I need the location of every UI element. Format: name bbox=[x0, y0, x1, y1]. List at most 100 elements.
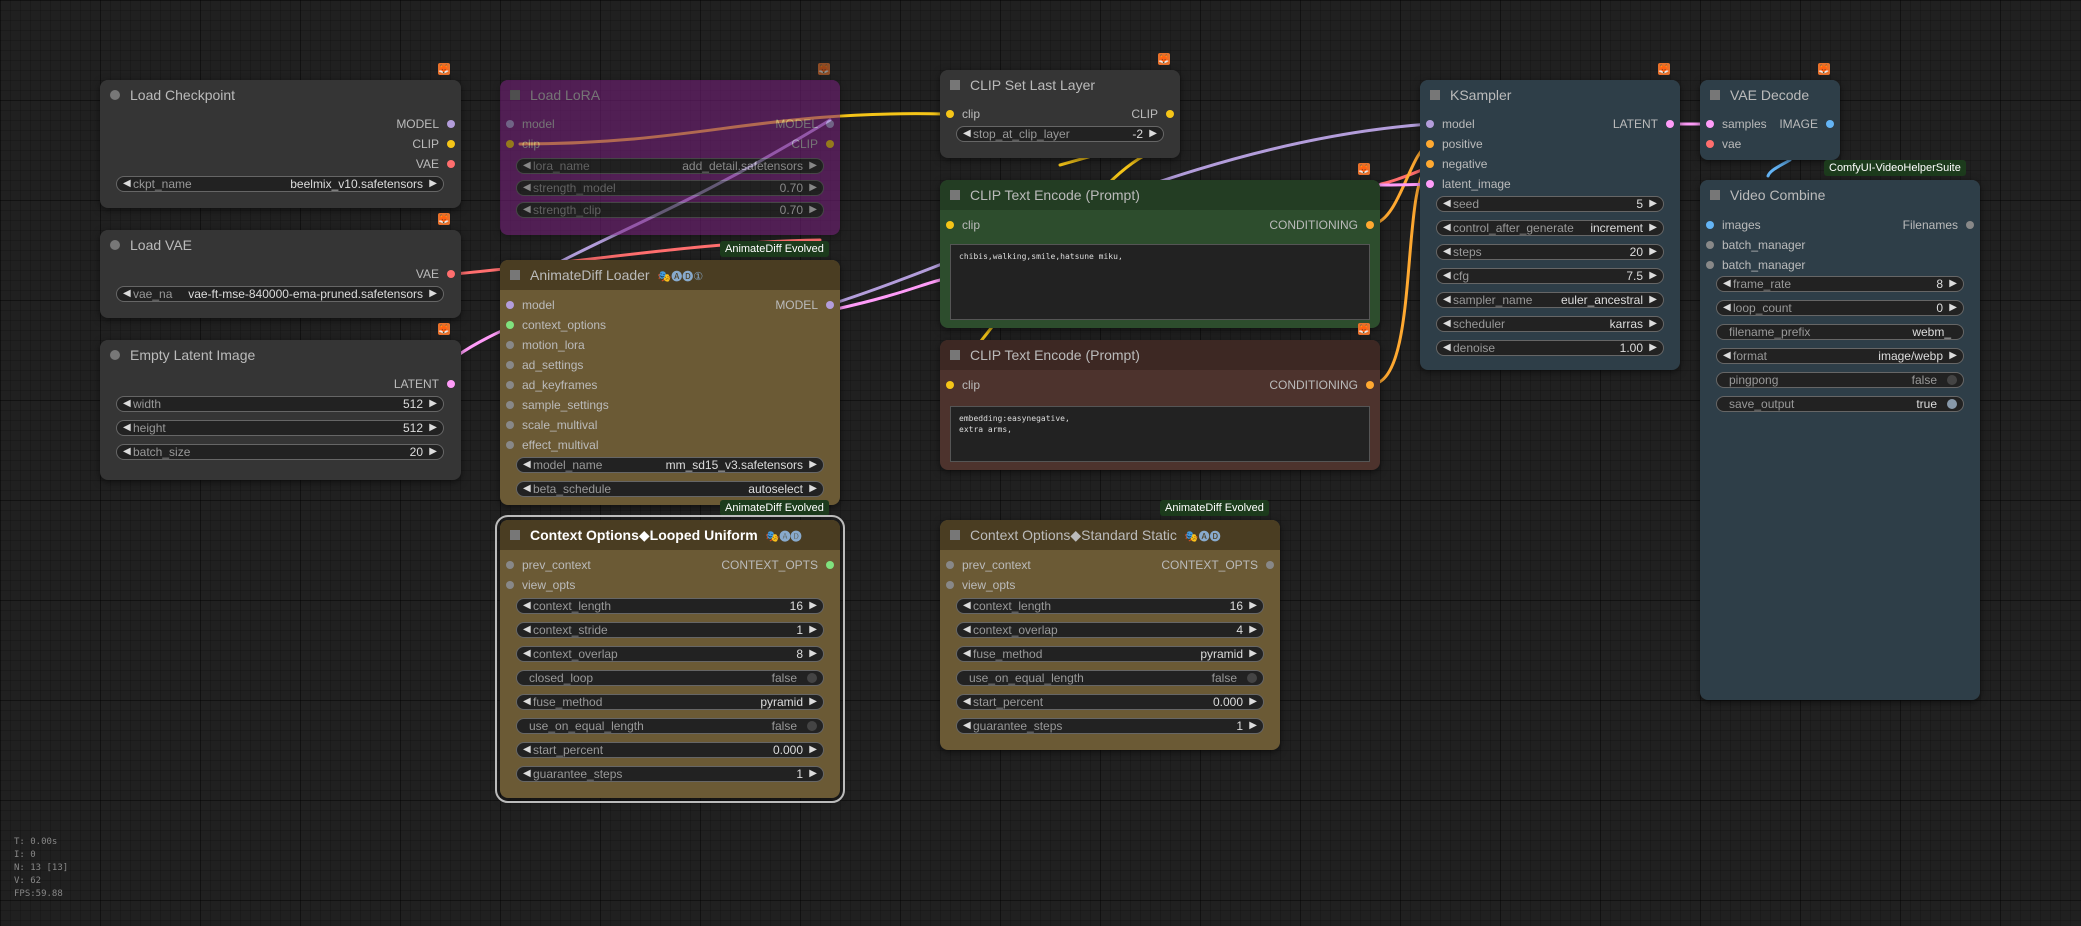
beta-schedule-combo[interactable]: ◀ beta_schedule autoselect ▶ bbox=[516, 481, 824, 497]
start-percent-number[interactable]: ◀ start_percent 0.000 ▶ bbox=[516, 742, 824, 758]
use-on-equal-length-toggle[interactable]: use_on_equal_length false bbox=[956, 670, 1264, 686]
input-positive[interactable]: positive bbox=[1426, 137, 1483, 151]
output-model[interactable]: MODEL bbox=[396, 117, 455, 131]
context-length-number[interactable]: ◀ context_length 16 ▶ bbox=[516, 598, 824, 614]
control-after-generate-combo[interactable]: ◀ control_after_generate increment ▶ bbox=[1436, 220, 1664, 236]
context-length-number[interactable]: ◀ context_length 16 ▶ bbox=[956, 598, 1264, 614]
node-title[interactable]: Load VAE bbox=[100, 230, 461, 260]
load-checkpoint-node[interactable]: 🦊 Load Checkpoint MODEL CLIP VAE ◀ ckpt_n… bbox=[100, 63, 461, 208]
steps-number[interactable]: ◀ steps 20 ▶ bbox=[1436, 244, 1664, 260]
node-title[interactable]: VAE Decode bbox=[1700, 80, 1840, 110]
output-conditioning[interactable]: CONDITIONING bbox=[1269, 218, 1374, 232]
prompt-textarea[interactable]: embedding:easynegative, extra arms, bbox=[950, 406, 1370, 462]
node-title[interactable]: Video Combine bbox=[1700, 180, 1980, 210]
output-clip[interactable]: CLIP bbox=[791, 137, 834, 151]
clip-set-last-layer-node[interactable]: 🦊 CLIP Set Last Layer clip CLIP ◀ stop_at… bbox=[940, 53, 1180, 158]
input-view-opts[interactable]: view_opts bbox=[506, 578, 575, 592]
video-combine-node[interactable]: Video Combine images batch_manager batch… bbox=[1700, 180, 1980, 700]
fuse-method-combo[interactable]: ◀ fuse_method pyramid ▶ bbox=[956, 646, 1264, 662]
ckpt-name-combo[interactable]: ◀ ckpt_name beelmix_v10.safetensors ▶ bbox=[116, 176, 444, 192]
node-title[interactable]: AnimateDiff Loader 🎭🅐🅓① bbox=[500, 260, 840, 290]
context-options-looped-uniform-node[interactable]: Context Options◆Looped Uniform 🎭🅐🅓 prev_c… bbox=[495, 515, 845, 803]
context-overlap-number[interactable]: ◀ context_overlap 8 ▶ bbox=[516, 646, 824, 662]
input-clip[interactable]: clip bbox=[946, 378, 980, 392]
input-ad-settings[interactable]: ad_settings bbox=[506, 358, 583, 372]
ksampler-node[interactable]: 🦊 KSampler model positive negative laten… bbox=[1420, 63, 1680, 370]
height-number[interactable]: ◀ height 512 ▶ bbox=[116, 420, 444, 436]
pingpong-toggle[interactable]: pingpong false bbox=[1716, 372, 1964, 388]
input-clip[interactable]: clip bbox=[946, 218, 980, 232]
output-vae[interactable]: VAE bbox=[416, 267, 455, 281]
input-latent-image[interactable]: latent_image bbox=[1426, 177, 1511, 191]
seed-number[interactable]: ◀ seed 5 ▶ bbox=[1436, 196, 1664, 212]
context-overlap-number[interactable]: ◀ context_overlap 4 ▶ bbox=[956, 622, 1264, 638]
batch-size-number[interactable]: ◀ batch_size 20 ▶ bbox=[116, 444, 444, 460]
animatediff-loader-node[interactable]: AnimateDiff Loader 🎭🅐🅓① model context_opt… bbox=[500, 260, 840, 505]
node-title[interactable]: CLIP Text Encode (Prompt) bbox=[940, 180, 1380, 210]
sampler-name-combo[interactable]: ◀ sampler_name euler_ancestral ▶ bbox=[1436, 292, 1664, 308]
input-scale-multival[interactable]: scale_multival bbox=[506, 418, 597, 432]
output-clip[interactable]: CLIP bbox=[412, 137, 455, 151]
input-model[interactable]: model bbox=[506, 298, 555, 312]
input-batch-manager-2[interactable]: batch_manager bbox=[1706, 258, 1805, 272]
input-clip[interactable]: clip bbox=[946, 107, 980, 121]
frame-rate-number[interactable]: ◀ frame_rate 8 ▶ bbox=[1716, 276, 1964, 292]
output-model[interactable]: MODEL bbox=[775, 298, 834, 312]
prompt-textarea[interactable]: chibis,walking,smile,hatsune miku, bbox=[950, 244, 1370, 320]
clip-text-encode-positive-node[interactable]: 🦊 CLIP Text Encode (Prompt) clip CONDITI… bbox=[940, 163, 1380, 328]
input-prev-context[interactable]: prev_context bbox=[506, 558, 591, 572]
output-conditioning[interactable]: CONDITIONING bbox=[1269, 378, 1374, 392]
node-title[interactable]: Context Options◆Standard Static 🎭🅐🅓 bbox=[940, 520, 1280, 550]
guarantee-steps-number[interactable]: ◀ guarantee_steps 1 ▶ bbox=[956, 718, 1264, 734]
input-clip[interactable]: clip bbox=[506, 137, 540, 151]
width-number[interactable]: ◀ width 512 ▶ bbox=[116, 396, 444, 412]
output-model[interactable]: MODEL bbox=[775, 117, 834, 131]
start-percent-number[interactable]: ◀ start_percent 0.000 ▶ bbox=[956, 694, 1264, 710]
use-on-equal-length-toggle[interactable]: use_on_equal_length false bbox=[516, 718, 824, 734]
node-title[interactable]: Context Options◆Looped Uniform 🎭🅐🅓 bbox=[500, 520, 840, 550]
node-title[interactable]: Empty Latent Image bbox=[100, 340, 461, 370]
filename-prefix-input[interactable]: filename_prefix webm_ bbox=[1716, 324, 1964, 340]
output-context-opts[interactable]: CONTEXT_OPTS bbox=[721, 558, 834, 572]
input-images[interactable]: images bbox=[1706, 218, 1761, 232]
fuse-method-combo[interactable]: ◀ fuse_method pyramid ▶ bbox=[516, 694, 824, 710]
stop-at-clip-layer-number[interactable]: ◀ stop_at_clip_layer -2 ▶ bbox=[956, 126, 1164, 142]
empty-latent-image-node[interactable]: 🦊 Empty Latent Image LATENT ◀ width 512 ▶ ◀… bbox=[100, 323, 461, 480]
output-filenames[interactable]: Filenames bbox=[1903, 218, 1974, 232]
input-model[interactable]: model bbox=[506, 117, 555, 131]
input-vae[interactable]: vae bbox=[1706, 137, 1741, 151]
input-motion-lora[interactable]: motion_lora bbox=[506, 338, 585, 352]
closed-loop-toggle[interactable]: closed_loop false bbox=[516, 670, 824, 686]
input-sample-settings[interactable]: sample_settings bbox=[506, 398, 609, 412]
output-context-opts[interactable]: CONTEXT_OPTS bbox=[1161, 558, 1274, 572]
input-negative[interactable]: negative bbox=[1426, 157, 1487, 171]
vae-name-combo[interactable]: ◀ vae_na vae-ft-mse-840000-ema-pruned.safe… bbox=[116, 286, 444, 302]
input-model[interactable]: model bbox=[1426, 117, 1475, 131]
context-stride-number[interactable]: ◀ context_stride 1 ▶ bbox=[516, 622, 824, 638]
input-context-options[interactable]: context_options bbox=[506, 318, 606, 332]
input-prev-context[interactable]: prev_context bbox=[946, 558, 1031, 572]
load-lora-node[interactable]: 🦊 Load LoRA model clip MODEL CLIP ◀ lora_… bbox=[500, 63, 840, 235]
guarantee-steps-number[interactable]: ◀ guarantee_steps 1 ▶ bbox=[516, 766, 824, 782]
output-latent[interactable]: LATENT bbox=[1613, 117, 1674, 131]
input-batch-manager[interactable]: batch_manager bbox=[1706, 238, 1805, 252]
node-title[interactable]: CLIP Set Last Layer bbox=[940, 70, 1180, 100]
strength-model-slider[interactable]: ◀ strength_model 0.70 ▶ bbox=[516, 180, 824, 196]
clip-text-encode-negative-node[interactable]: 🦊 CLIP Text Encode (Prompt) clip CONDITI… bbox=[940, 323, 1380, 470]
input-view-opts[interactable]: view_opts bbox=[946, 578, 1015, 592]
save-output-toggle[interactable]: save_output true bbox=[1716, 396, 1964, 412]
denoise-number[interactable]: ◀ denoise 1.00 ▶ bbox=[1436, 340, 1664, 356]
input-ad-keyframes[interactable]: ad_keyframes bbox=[506, 378, 597, 392]
node-title[interactable]: Load Checkpoint bbox=[100, 80, 461, 110]
load-vae-node[interactable]: 🦊 Load VAE VAE ◀ vae_na vae-ft-mse-840000-… bbox=[100, 213, 461, 318]
cfg-number[interactable]: ◀ cfg 7.5 ▶ bbox=[1436, 268, 1664, 284]
input-effect-multival[interactable]: effect_multival bbox=[506, 438, 598, 452]
input-samples[interactable]: samples bbox=[1706, 117, 1767, 131]
model-name-combo[interactable]: ◀ model_name mm_sd15_v3.safetensors ▶ bbox=[516, 457, 824, 473]
node-title[interactable]: Load LoRA bbox=[500, 80, 840, 110]
vae-decode-node[interactable]: 🦊 VAE Decode samples vae IMAGE bbox=[1700, 63, 1840, 160]
scheduler-combo[interactable]: ◀ scheduler karras ▶ bbox=[1436, 316, 1664, 332]
output-image[interactable]: IMAGE bbox=[1779, 117, 1834, 131]
lora-name-combo[interactable]: ◀ lora_name add_detail.safetensors ▶ bbox=[516, 158, 824, 174]
output-latent[interactable]: LATENT bbox=[394, 377, 455, 391]
